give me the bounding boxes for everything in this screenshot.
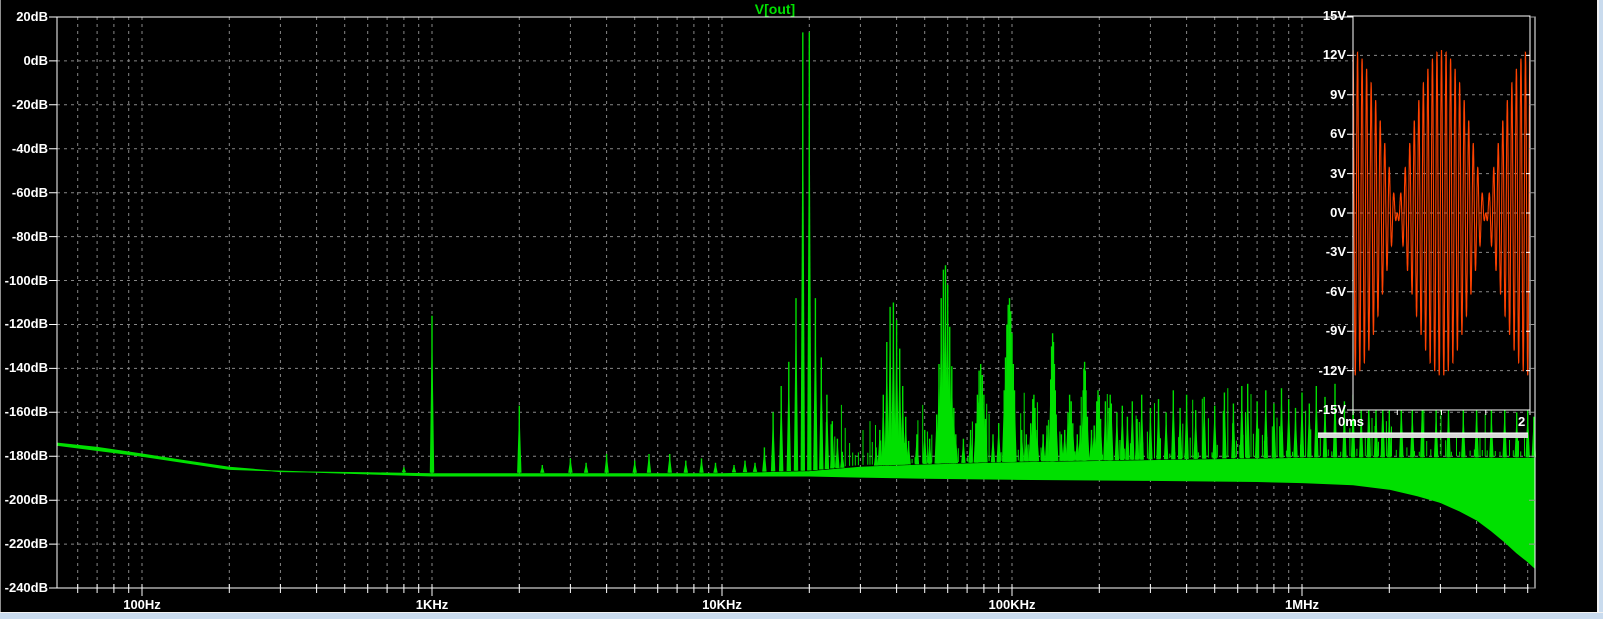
- x-axis-tick-label: 100KHz: [988, 597, 1036, 612]
- y-axis-tick-label: -160dB: [4, 404, 48, 420]
- y-axis-tick-label: -20dB: [11, 96, 48, 112]
- window-left-border: [0, 0, 1, 612]
- inset-y-axis-tick-label: -6V: [1325, 283, 1346, 299]
- inset-y-axis-tick-label: 15V: [1322, 8, 1346, 23]
- y-axis-tick-label: -80dB: [11, 228, 48, 244]
- y-axis-tick-label: -100dB: [4, 272, 48, 288]
- x-axis-tick-label: 1KHz: [415, 597, 449, 612]
- y-axis-tick-label: -180dB: [4, 448, 48, 464]
- y-axis-tick-label: -40dB: [11, 140, 48, 156]
- y-axis-tick-label: -200dB: [4, 492, 48, 508]
- inset-y-axis-tick-label: 6V: [1330, 126, 1346, 142]
- inset-x-axis-start-label: 0ms: [1338, 414, 1365, 429]
- y-axis-tick-label: -120dB: [4, 316, 48, 332]
- inset-y-axis-tick-label: 9V: [1330, 86, 1346, 102]
- inset-x-axis-end-label: 2: [1518, 414, 1526, 429]
- y-axis-tick-label: -240dB: [4, 580, 48, 595]
- ltspice-waveform-window: V[out] 20dB 0dB -20dB -40dB -60dB -80dB -100dB…: [0, 0, 1603, 619]
- y-axis-tick-label: -140dB: [4, 360, 48, 376]
- inset-y-axis-tick-label: -3V: [1325, 244, 1346, 260]
- y-axis-tick-label: 20dB: [16, 9, 48, 24]
- inset-y-axis-tick-label: 3V: [1330, 165, 1346, 181]
- x-axis-tick-label: 10KHz: [702, 597, 742, 612]
- inset-y-axis-tick-label: -9V: [1325, 323, 1346, 339]
- inset-y-axis-tick-label: 12V: [1322, 47, 1346, 63]
- inset-y-axis-tick-label: 0V: [1330, 205, 1346, 220]
- x-axis-tick-label: 1MHz: [1285, 597, 1319, 612]
- y-axis-tick-label: -220dB: [4, 536, 48, 552]
- y-axis-tick-label: -60dB: [11, 184, 48, 200]
- window-right-edge: [1597, 0, 1603, 612]
- x-axis-tick-label: 100Hz: [123, 597, 161, 612]
- window-bottom-edge: [0, 612, 1603, 619]
- y-axis-tick-label: 0dB: [23, 52, 48, 68]
- inset-y-axis-tick-label: -12V: [1318, 362, 1346, 378]
